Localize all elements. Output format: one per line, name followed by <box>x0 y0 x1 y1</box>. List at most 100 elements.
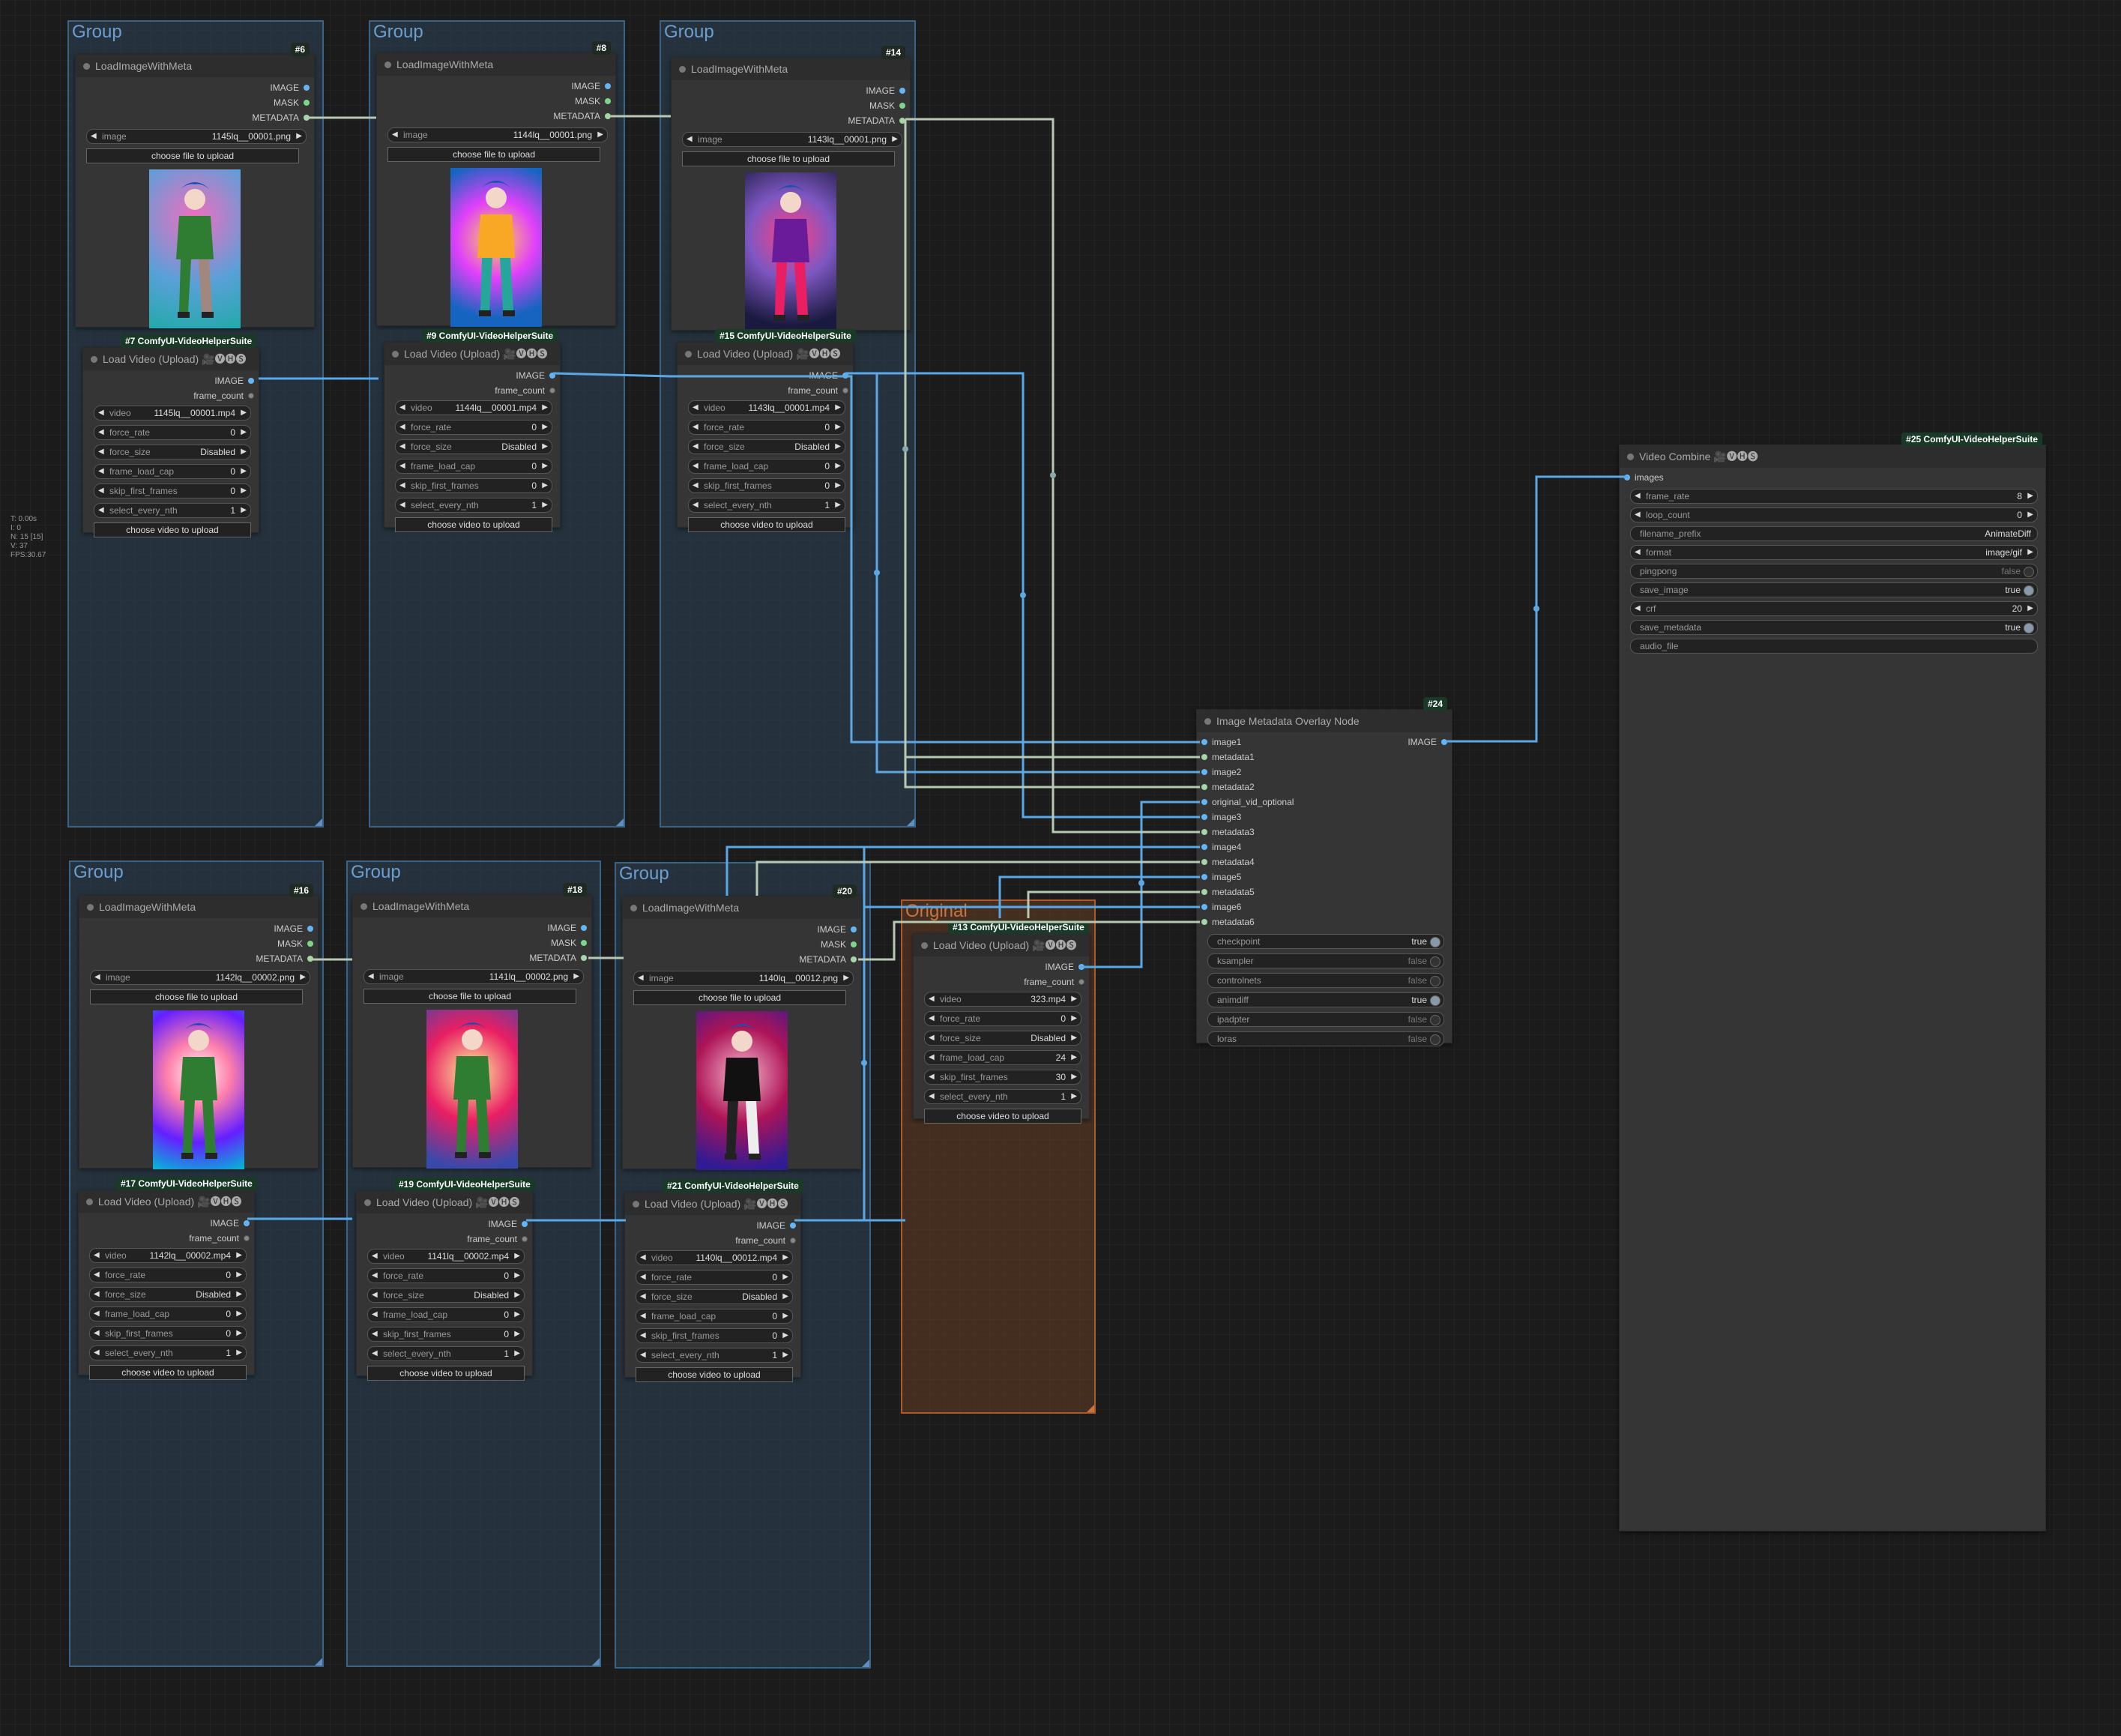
node-title[interactable]: LoadImageWithMeta <box>377 53 615 76</box>
toggle-knob-icon[interactable] <box>1430 1034 1440 1045</box>
save-image-toggle[interactable]: save_image true <box>1630 582 2038 597</box>
decrement-arrow-icon[interactable]: ◀ <box>929 1012 935 1025</box>
input-port-icon[interactable] <box>1201 754 1207 760</box>
node-title[interactable]: Load Video (Upload) 🎥🅥🅗🅢 <box>83 348 259 370</box>
increment-arrow-icon[interactable]: ▶ <box>241 445 247 459</box>
output-mask[interactable]: MASK <box>623 937 861 952</box>
output-mask[interactable]: MASK <box>377 94 615 109</box>
prev-arrow-icon[interactable]: ◀ <box>98 406 104 420</box>
prev-arrow-icon[interactable]: ◀ <box>399 401 405 415</box>
prev-arrow-icon[interactable]: ◀ <box>693 401 699 415</box>
force-size-widget[interactable]: ◀ force_size Disabled ▶ <box>688 439 845 454</box>
increment-arrow-icon[interactable]: ▶ <box>782 1309 788 1323</box>
output-frame-count[interactable]: frame_count <box>357 1232 532 1247</box>
ipadpter-toggle[interactable]: ipadpter false <box>1207 1012 1444 1027</box>
collapse-dot-icon[interactable] <box>630 905 637 911</box>
input-port-icon[interactable] <box>1201 784 1207 790</box>
output-metadata[interactable]: METADATA <box>353 950 591 965</box>
skip-first-frames-widget[interactable]: ◀ skip_first_frames 0 ▶ <box>367 1327 525 1342</box>
skip-first-frames-widget[interactable]: ◀ skip_first_frames 0 ▶ <box>636 1328 793 1343</box>
force-size-widget[interactable]: ◀ force_size Disabled ▶ <box>924 1031 1081 1046</box>
collapse-dot-icon[interactable] <box>633 1201 639 1208</box>
next-arrow-icon[interactable]: ▶ <box>236 1249 242 1262</box>
output-port-icon[interactable] <box>581 955 587 961</box>
force-size-widget[interactable]: ◀ force_size Disabled ▶ <box>636 1289 793 1304</box>
input-image6[interactable]: image6 <box>1197 899 1452 914</box>
decrement-arrow-icon[interactable]: ◀ <box>693 421 699 434</box>
choose-file-button[interactable]: choose file to upload <box>682 151 895 166</box>
group-resize-handle[interactable] <box>862 1660 869 1667</box>
output-image[interactable]: IMAGE <box>79 921 318 936</box>
output-port-icon[interactable] <box>549 388 555 394</box>
select-every-nth-widget[interactable]: ◀ select_every_nth 1 ▶ <box>89 1345 247 1360</box>
input-metadata5[interactable]: metadata5 <box>1197 884 1452 899</box>
collapse-dot-icon[interactable] <box>392 351 399 358</box>
force-rate-widget[interactable]: ◀ force_rate 0 ▶ <box>636 1270 793 1285</box>
choose-video-button[interactable]: choose video to upload <box>94 522 251 537</box>
load-image-with-meta-node-16[interactable]: #16 LoadImageWithMeta IMAGE MASK METADAT… <box>79 884 319 1169</box>
output-frame-count[interactable]: frame_count <box>384 383 560 398</box>
input-port-icon[interactable] <box>1201 799 1207 805</box>
decrement-arrow-icon[interactable]: ◀ <box>372 1269 378 1283</box>
frame-load-cap-widget[interactable]: ◀ frame_load_cap 0 ▶ <box>636 1309 793 1324</box>
prev-arrow-icon[interactable]: ◀ <box>368 970 374 983</box>
group-resize-handle[interactable] <box>1087 1405 1094 1412</box>
increment-arrow-icon[interactable]: ▶ <box>835 440 841 453</box>
video-select-widget[interactable]: ◀ video 1142lq__00002.mp4 ▶ <box>89 1248 247 1263</box>
output-port-icon[interactable] <box>605 83 611 89</box>
output-port-icon[interactable] <box>304 115 310 121</box>
image-select-widget[interactable]: ◀ image 1141lq__00002.png ▶ <box>363 969 584 984</box>
group-resize-handle[interactable] <box>907 819 914 826</box>
output-port-icon[interactable] <box>307 941 313 947</box>
node-title[interactable]: LoadImageWithMeta <box>623 896 861 919</box>
output-port-icon[interactable] <box>248 393 254 399</box>
output-image[interactable]: IMAGE <box>678 368 853 383</box>
toggle-knob-icon[interactable] <box>1430 976 1440 986</box>
decrement-arrow-icon[interactable]: ◀ <box>372 1289 378 1302</box>
toggle-knob-icon[interactable] <box>1430 937 1440 947</box>
collapse-dot-icon[interactable] <box>1204 718 1211 725</box>
increment-arrow-icon[interactable]: ▶ <box>241 426 247 439</box>
input-port-icon[interactable] <box>1201 904 1207 910</box>
output-port-icon[interactable] <box>851 941 857 947</box>
increment-arrow-icon[interactable]: ▶ <box>241 484 247 498</box>
decrement-arrow-icon[interactable]: ◀ <box>399 459 405 473</box>
select-every-nth-widget[interactable]: ◀ select_every_nth 1 ▶ <box>688 498 845 513</box>
select-every-nth-widget[interactable]: ◀ select_every_nth 1 ▶ <box>924 1089 1081 1104</box>
output-image[interactable]: IMAGE <box>357 1217 532 1232</box>
decrement-arrow-icon[interactable]: ◀ <box>640 1271 646 1284</box>
force-size-widget[interactable]: ◀ force_size Disabled ▶ <box>395 439 552 454</box>
output-port-icon[interactable] <box>304 100 310 106</box>
output-port-icon[interactable] <box>842 388 848 394</box>
skip-first-frames-widget[interactable]: ◀ skip_first_frames 0 ▶ <box>89 1326 247 1341</box>
increment-arrow-icon[interactable]: ▶ <box>542 459 548 473</box>
input-port-icon[interactable] <box>1201 859 1207 865</box>
frame-load-cap-widget[interactable]: ◀ frame_load_cap 0 ▶ <box>367 1307 525 1322</box>
input-metadata6[interactable]: metadata6 <box>1197 914 1452 929</box>
format-widget[interactable]: ◀ format image/gif ▶ <box>1630 545 2038 560</box>
output-port-icon[interactable] <box>790 1223 796 1229</box>
prev-arrow-icon[interactable]: ◀ <box>929 992 935 1006</box>
increment-arrow-icon[interactable]: ▶ <box>236 1288 242 1301</box>
input-port-icon[interactable] <box>1201 844 1207 850</box>
output-image[interactable]: IMAGE <box>384 368 560 383</box>
output-metadata[interactable]: METADATA <box>623 952 861 967</box>
video-select-widget[interactable]: ◀ video 1143lq__00001.mp4 ▶ <box>688 400 845 415</box>
increment-arrow-icon[interactable]: ▶ <box>835 498 841 512</box>
input-image5[interactable]: image5 <box>1197 869 1452 884</box>
input-metadata2[interactable]: metadata2 <box>1197 780 1452 795</box>
node-title[interactable]: LoadImageWithMeta <box>672 58 910 80</box>
image-select-widget[interactable]: ◀ image 1140lq__00012.png ▶ <box>633 971 854 986</box>
node-title[interactable]: LoadImageWithMeta <box>76 55 314 77</box>
decrement-arrow-icon[interactable]: ◀ <box>693 459 699 473</box>
output-port-icon[interactable] <box>842 373 848 379</box>
output-port-icon[interactable] <box>522 1236 528 1242</box>
decrement-arrow-icon[interactable]: ◀ <box>640 1329 646 1342</box>
increment-arrow-icon[interactable]: ▶ <box>241 465 247 478</box>
node-title[interactable]: Load Video (Upload) 🎥🅥🅗🅢 <box>678 343 853 365</box>
video-select-widget[interactable]: ◀ video 1145lq__00001.mp4 ▶ <box>94 406 251 421</box>
node-title[interactable]: Video Combine 🎥🅥🅗🅢 <box>1620 445 2045 468</box>
increment-arrow-icon[interactable]: ▶ <box>514 1327 520 1341</box>
choose-video-button[interactable]: choose video to upload <box>924 1109 1081 1124</box>
node-title[interactable]: Image Metadata Overlay Node <box>1197 710 1452 732</box>
